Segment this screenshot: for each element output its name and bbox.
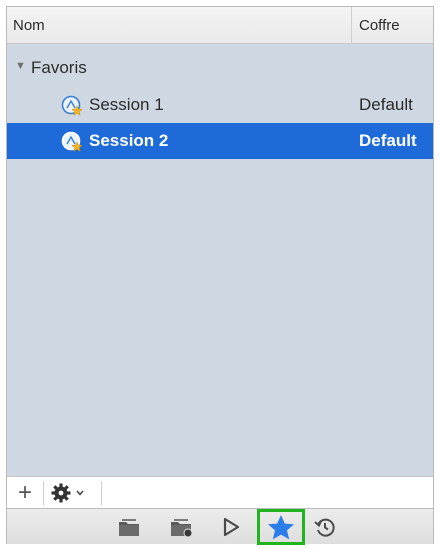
session-favorite-icon bbox=[61, 131, 83, 152]
history-icon bbox=[314, 518, 335, 537]
session-label: Session 1 bbox=[89, 95, 164, 114]
play-button[interactable] bbox=[217, 513, 245, 541]
history-button[interactable] bbox=[311, 513, 339, 541]
add-button[interactable]: + bbox=[11, 480, 39, 506]
gear-menu-button[interactable] bbox=[49, 481, 97, 505]
folder-button[interactable] bbox=[115, 513, 143, 541]
column-header: Nom Coffre bbox=[7, 7, 433, 44]
group-label: Favoris bbox=[31, 58, 87, 77]
session-row-2[interactable]: Session 2 Default bbox=[7, 123, 433, 159]
folder-settings-button[interactable] bbox=[167, 513, 195, 541]
folder-settings-icon bbox=[171, 519, 193, 538]
session-list[interactable]: ▼ Favoris Session 1 Default Session 2 De… bbox=[7, 44, 433, 476]
session-panel: Nom Coffre ▼ Favoris Session 1 Default S… bbox=[6, 6, 434, 545]
chevron-down-icon bbox=[76, 490, 84, 496]
disclosure-triangle-icon[interactable]: ▼ bbox=[15, 60, 26, 72]
column-divider[interactable] bbox=[351, 7, 352, 44]
session-row-1[interactable]: Session 1 Default bbox=[7, 87, 433, 123]
list-actions-toolbar: + bbox=[7, 476, 433, 508]
star-icon bbox=[268, 515, 294, 540]
column-vault-header[interactable]: Coffre bbox=[359, 17, 400, 34]
column-name-header[interactable]: Nom bbox=[13, 17, 45, 34]
view-switcher-toolbar bbox=[7, 508, 433, 545]
session-label: Session 2 bbox=[89, 131, 169, 150]
gear-icon bbox=[51, 483, 84, 503]
session-vault: Default bbox=[359, 131, 417, 150]
favorites-button[interactable] bbox=[257, 509, 305, 545]
toolbar-divider bbox=[43, 481, 44, 505]
toolbar-divider bbox=[101, 481, 102, 505]
session-vault: Default bbox=[359, 95, 413, 114]
group-favorites[interactable]: ▼ Favoris bbox=[7, 54, 433, 82]
folder-icon bbox=[119, 519, 139, 536]
session-favorite-icon bbox=[61, 95, 83, 116]
play-icon bbox=[223, 517, 240, 537]
